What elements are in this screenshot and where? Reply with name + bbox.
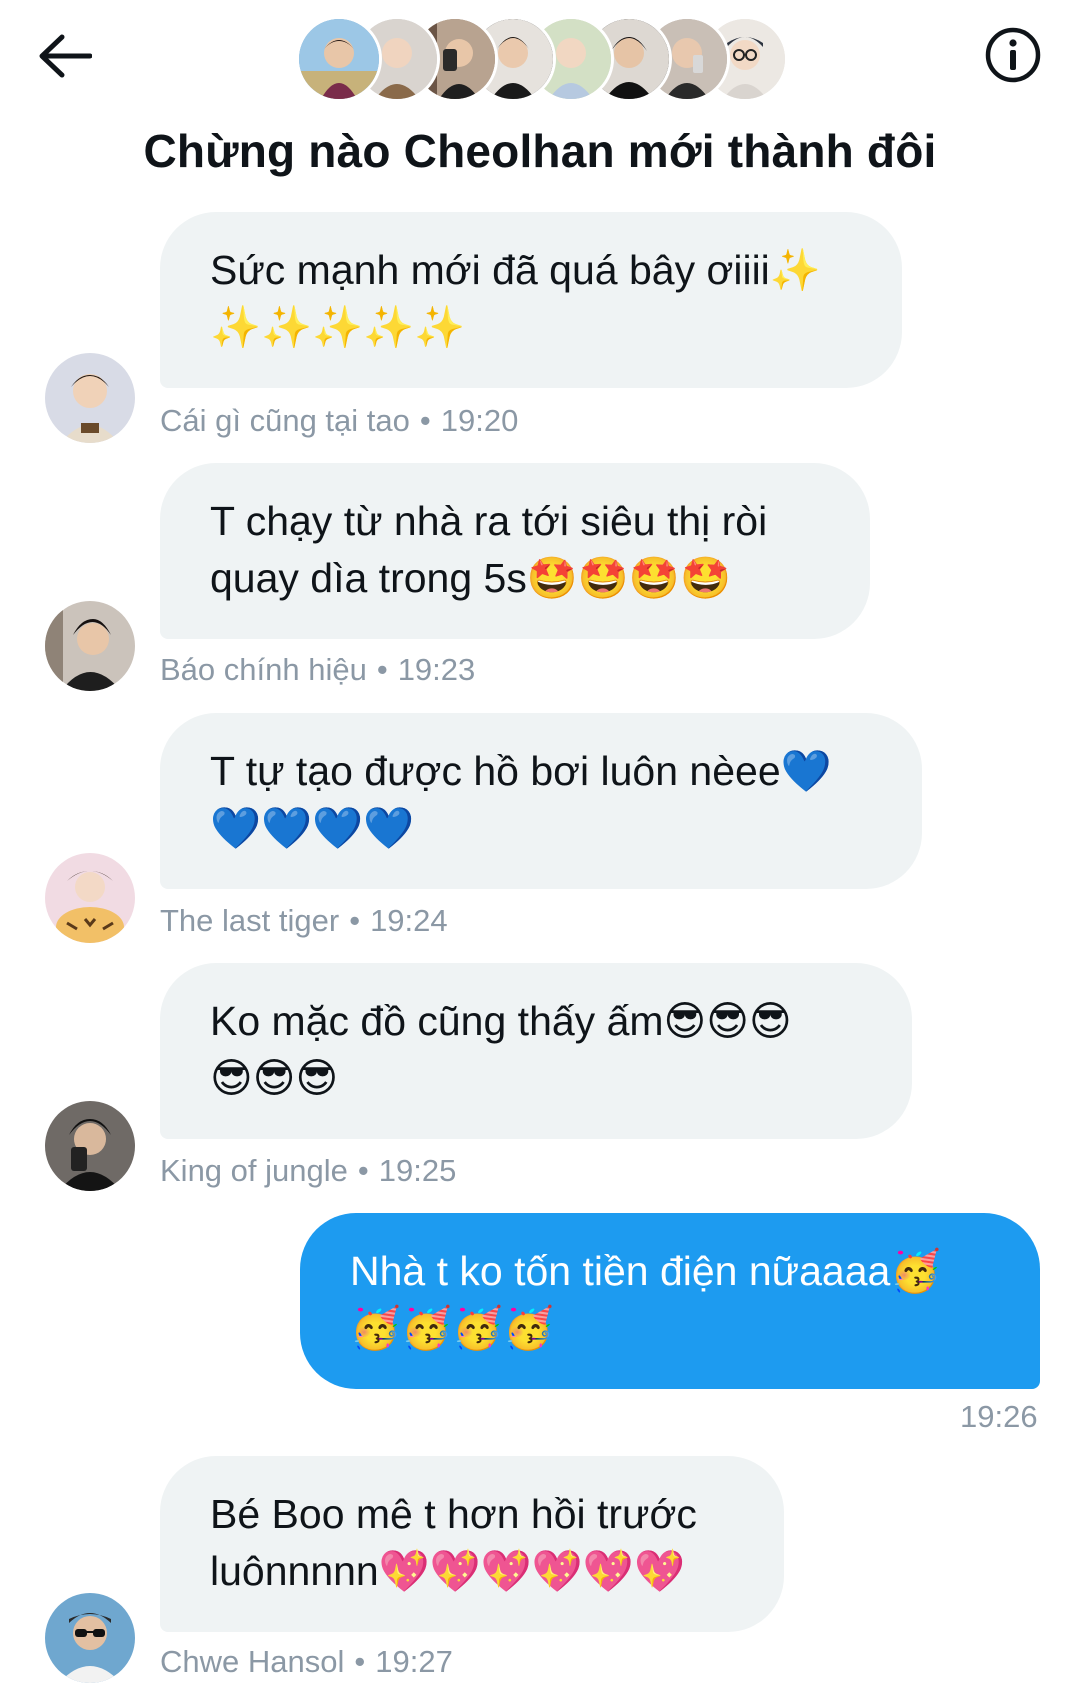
message-meta: Chwe Hansol • 19:27 [160,1644,453,1680]
sender-name: King of jungle [160,1153,348,1188]
message-bubble[interactable]: Sức mạnh mới đã quá bây ơiiii✨ ✨✨✨✨✨ [160,212,902,388]
separator-dot: • [349,903,361,938]
sender-name: Chwe Hansol [160,1644,345,1679]
message-text: T chạy từ nhà ra tới siêu thị ròi quay d… [210,498,768,601]
message-meta: King of jungle • 19:25 [160,1153,456,1189]
message-meta: The last tiger • 19:24 [160,903,448,939]
separator-dot: • [354,1644,366,1679]
message-time: 19:25 [378,1153,457,1188]
message-bubble-outgoing[interactable]: Nhà t ko tốn tiền điện nữaaaa🥳 🥳🥳🥳🥳 [300,1213,1040,1389]
message-bubble[interactable]: T chạy từ nhà ra tới siêu thị ròi quay d… [160,463,870,639]
participant-avatars[interactable] [296,16,796,102]
sender-name: Cái gì cũng tại tao [160,403,410,438]
arrow-left-icon [39,34,92,78]
conversation-header: Chừng nào Cheolhan mới thành đôi [0,0,1080,200]
message-text: Nhà t ko tốn tiền điện nữaaaa🥳 🥳🥳🥳🥳 [350,1248,942,1351]
separator-dot: • [376,652,388,687]
sender-name: The last tiger [160,903,340,938]
info-circle-icon [985,27,1041,83]
avatar [296,16,382,102]
separator-dot: • [419,403,431,438]
separator-dot: • [357,1153,369,1188]
message-bubble[interactable]: Ko mặc đồ cũng thấy ấm😎😎😎 😎😎😎 [160,963,912,1139]
message-meta: Cái gì cũng tại tao • 19:20 [160,403,518,439]
group-title: Chừng nào Cheolhan mới thành đôi [143,125,937,177]
message-time: 19:23 [397,652,476,687]
message-meta: 19:26 [960,1399,1038,1435]
message-time: 19:24 [370,903,448,938]
sender-avatar[interactable] [45,601,135,691]
message-time: 19:26 [960,1399,1038,1434]
message-text: Sức mạnh mới đã quá bây ơiiii✨ ✨✨✨✨✨ [210,247,821,350]
sender-name: Báo chính hiệu [160,652,367,687]
message-bubble[interactable]: T tự tạo được hồ bơi luôn nèee💙 💙💙💙💙 [160,713,922,889]
conversation-info-button[interactable] [978,20,1048,90]
message-text: Bé Boo mê t hơn hồi trước luônnnnn💖💖💖💖💖💖 [210,1491,697,1594]
message-time: 19:20 [440,403,519,438]
message-bubble[interactable]: Bé Boo mê t hơn hồi trước luônnnnn💖💖💖💖💖💖 [160,1456,784,1632]
sender-avatar[interactable] [45,353,135,443]
message-text: T tự tạo được hồ bơi luôn nèee💙 💙💙💙💙 [210,748,832,851]
sender-avatar[interactable] [45,1593,135,1683]
message-text: Ko mặc đồ cũng thấy ấm😎😎😎 😎😎😎 [210,998,792,1101]
sender-avatar[interactable] [45,853,135,943]
sender-avatar[interactable] [45,1101,135,1191]
back-button[interactable] [30,25,100,87]
message-time: 19:27 [375,1644,453,1679]
message-meta: Báo chính hiệu • 19:23 [160,652,475,688]
